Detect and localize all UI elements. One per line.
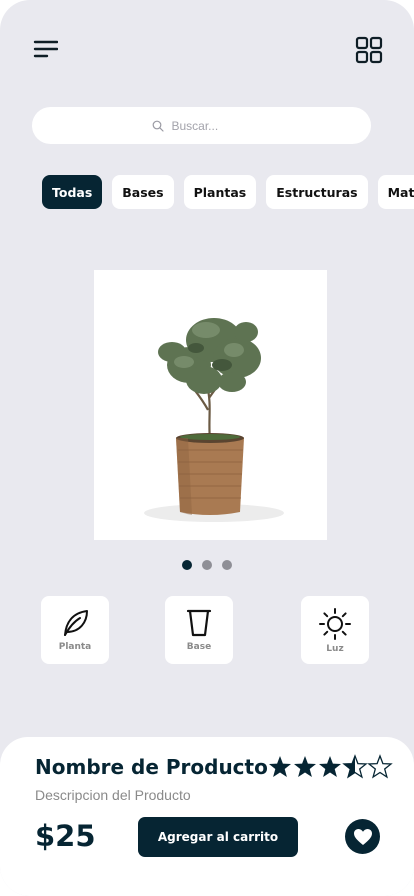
star-icon: [269, 756, 291, 777]
feature-base[interactable]: Base: [165, 596, 233, 664]
rating-stars: [269, 755, 392, 778]
star-half-icon: [343, 755, 367, 778]
product-details-panel: Nombre de Producto Descripcion del Produ…: [0, 737, 414, 896]
grid-view-button[interactable]: [353, 35, 385, 65]
category-filter: Todas Bases Plantas Estructuras Material: [42, 175, 414, 209]
app-screen: Todas Bases Plantas Estructuras Material: [0, 0, 414, 896]
category-chip-bases[interactable]: Bases: [112, 175, 174, 209]
carousel-dot[interactable]: [182, 560, 192, 570]
feature-label: Base: [186, 642, 212, 652]
carousel-dot[interactable]: [202, 560, 212, 570]
menu-button[interactable]: [30, 36, 60, 62]
star-outline-icon: [368, 755, 392, 778]
product-price: $25: [35, 819, 96, 853]
category-chip-material[interactable]: Material: [377, 175, 414, 209]
search-input[interactable]: [171, 118, 252, 133]
category-chip-plantas[interactable]: Plantas: [183, 175, 257, 209]
carousel-dot[interactable]: [222, 560, 232, 570]
feature-planta[interactable]: Planta: [41, 596, 109, 664]
feature-label: Planta: [58, 642, 92, 652]
search-bar[interactable]: [32, 107, 371, 144]
leaf-icon: [64, 610, 88, 636]
search-icon: [152, 120, 164, 132]
menu-icon: [33, 40, 58, 58]
pot-icon: [186, 609, 212, 637]
carousel-indicator: [182, 560, 232, 570]
grid-icon: [355, 36, 383, 64]
feature-luz[interactable]: Luz: [301, 596, 369, 664]
product-description: Descripcion del Producto: [35, 787, 191, 803]
feature-label: Luz: [326, 644, 344, 654]
star-icon: [319, 756, 341, 777]
star-icon: [294, 756, 316, 777]
potted-olive-tree-image: [144, 318, 284, 522]
favorite-button[interactable]: [345, 819, 380, 854]
heart-icon: [353, 828, 372, 845]
add-to-cart-button[interactable]: Agregar al carrito: [138, 817, 298, 857]
category-chip-estructuras[interactable]: Estructuras: [266, 175, 368, 209]
category-chip-todas[interactable]: Todas: [42, 175, 103, 209]
product-name: Nombre de Producto: [35, 755, 268, 779]
product-image[interactable]: [94, 270, 327, 540]
sun-icon: [319, 608, 351, 640]
